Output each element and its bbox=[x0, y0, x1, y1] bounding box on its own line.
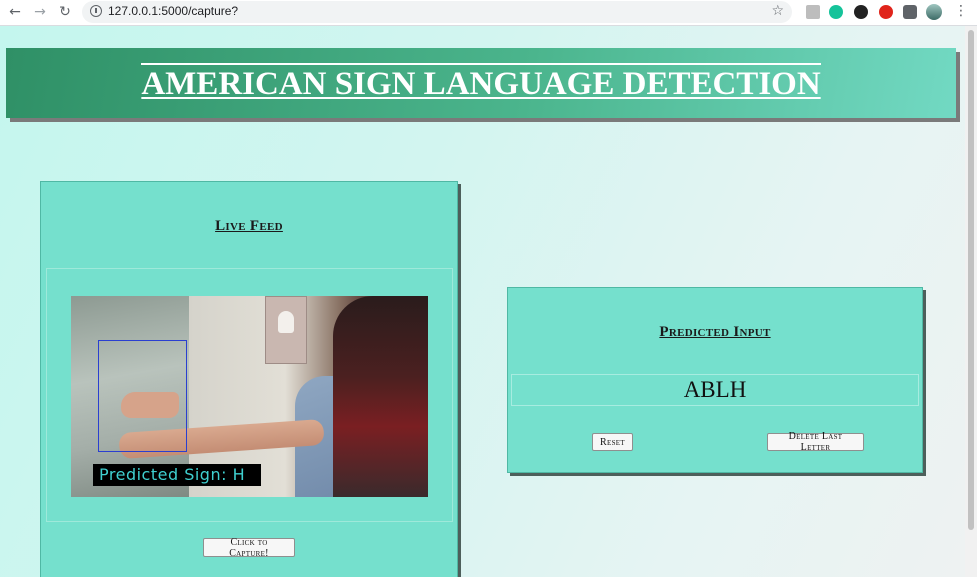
bookmark-star-icon[interactable]: ☆ bbox=[771, 3, 784, 19]
url-text[interactable]: 127.0.0.1:5000/capture? bbox=[108, 4, 238, 18]
reload-icon[interactable]: ↻ bbox=[56, 3, 74, 21]
capture-button[interactable]: Click to Capture! bbox=[203, 537, 295, 559]
detection-bounding-box bbox=[98, 340, 187, 452]
video-frame-container: Predicted Sign: H bbox=[46, 268, 453, 522]
predicted-input-title: Predicted Input bbox=[659, 324, 771, 340]
delete-last-letter-button[interactable]: Delete Last Letter bbox=[767, 431, 864, 453]
scrollbar-thumb[interactable] bbox=[968, 30, 974, 530]
predicted-text: ABLH bbox=[683, 377, 747, 402]
live-feed-panel: Live Feed Predicted Sign: H Click to Cap… bbox=[40, 181, 458, 577]
page-title: AMERICAN SIGN LANGUAGE DETECTION bbox=[141, 63, 821, 103]
translate-extension-icon[interactable] bbox=[806, 5, 820, 19]
address-bar[interactable]: 127.0.0.1:5000/capture? ☆ bbox=[82, 1, 792, 23]
predicted-input-panel: Predicted Input ABLH Reset Delete Last L… bbox=[507, 287, 923, 473]
webcam-video-feed: Predicted Sign: H bbox=[71, 296, 428, 497]
vertical-scrollbar[interactable] bbox=[965, 26, 977, 577]
back-icon[interactable]: ← bbox=[6, 3, 24, 21]
site-info-icon[interactable] bbox=[90, 5, 102, 17]
predicted-sign-overlay: Predicted Sign: H bbox=[99, 465, 246, 484]
reset-button[interactable]: Reset bbox=[592, 433, 633, 451]
browser-toolbar: ← → ↻ 127.0.0.1:5000/capture? ☆ ⋮ bbox=[0, 0, 977, 26]
adblock-extension-icon[interactable] bbox=[879, 5, 893, 19]
live-feed-title: Live Feed bbox=[215, 218, 283, 234]
forward-icon[interactable]: → bbox=[31, 3, 49, 21]
extensions-puzzle-icon[interactable] bbox=[903, 5, 917, 19]
grammarly-extension-icon[interactable] bbox=[829, 5, 843, 19]
profile-avatar[interactable] bbox=[926, 4, 942, 20]
extension-icon[interactable] bbox=[854, 5, 868, 19]
predicted-text-box: ABLH bbox=[511, 374, 919, 406]
poster-image bbox=[265, 296, 307, 364]
browser-menu-icon[interactable]: ⋮ bbox=[954, 3, 968, 19]
page-header-banner: AMERICAN SIGN LANGUAGE DETECTION bbox=[6, 48, 956, 118]
page-viewport: AMERICAN SIGN LANGUAGE DETECTION Live Fe… bbox=[0, 26, 965, 577]
